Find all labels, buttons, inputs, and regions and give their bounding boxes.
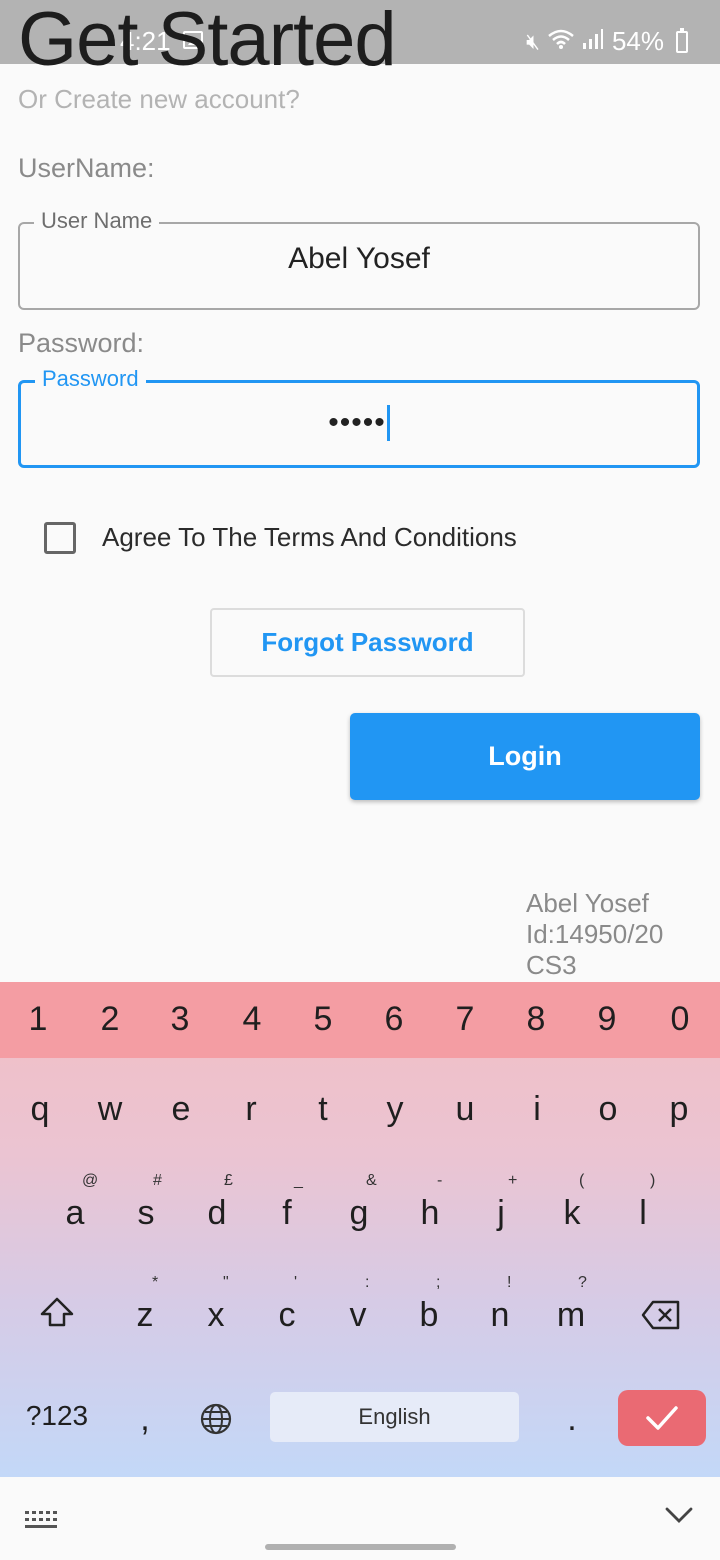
key-7[interactable]: 7 <box>430 1000 500 1039</box>
key-6[interactable]: 6 <box>359 1000 429 1039</box>
language-key[interactable] <box>181 1402 251 1445</box>
key-o[interactable]: o <box>573 1090 643 1129</box>
forgot-password-button[interactable]: Forgot Password <box>210 608 525 677</box>
enter-key[interactable] <box>618 1390 706 1446</box>
key-y[interactable]: y <box>360 1090 430 1129</box>
key-a[interactable]: a @ <box>40 1172 110 1233</box>
create-account-link[interactable]: Or Create new account? <box>18 84 300 115</box>
credit-block: Abel Yosef Id:14950/20 CS3 <box>526 888 663 981</box>
period-key[interactable]: . <box>537 1400 607 1439</box>
soft-keyboard: 1 2 3 4 5 6 7 8 9 0 q w e r t y u i o p … <box>0 982 720 1477</box>
username-label: UserName: <box>18 153 155 183</box>
battery-percent: 54% <box>611 26 664 56</box>
key-i[interactable]: i <box>502 1090 572 1129</box>
key-s[interactable]: s # <box>111 1172 181 1233</box>
credit-name: Abel Yosef <box>526 888 649 918</box>
symbols-key[interactable]: ?123 <box>14 1400 100 1432</box>
status-right: 🔇︎ 54% <box>526 26 688 57</box>
globe-icon <box>200 1403 232 1435</box>
backspace-key[interactable] <box>626 1300 696 1339</box>
key-0[interactable]: 0 <box>645 1000 715 1039</box>
key-d[interactable]: d £ <box>182 1172 252 1233</box>
key-e[interactable]: e <box>146 1090 216 1129</box>
key-w[interactable]: w <box>75 1090 145 1129</box>
key-g[interactable]: g & <box>324 1172 394 1233</box>
shift-icon <box>40 1297 74 1327</box>
screen: 4:21 🔇︎ 54% Get Started Or Create new ac… <box>0 0 720 1560</box>
password-legend: Password <box>35 366 146 392</box>
key-x[interactable]: x " <box>181 1274 251 1335</box>
password-field[interactable]: Password ••••• <box>18 366 700 468</box>
check-icon <box>646 1406 678 1430</box>
key-8[interactable]: 8 <box>501 1000 571 1039</box>
key-1[interactable]: 1 <box>3 1000 73 1039</box>
key-f[interactable]: f _ <box>252 1172 322 1233</box>
key-3[interactable]: 3 <box>145 1000 215 1039</box>
comma-key[interactable]: , <box>110 1400 180 1439</box>
credit-id: Id:14950/20 <box>526 919 664 949</box>
key-h[interactable]: h- <box>395 1172 465 1233</box>
key-4[interactable]: 4 <box>217 1000 287 1039</box>
number-row: 1 2 3 4 5 6 7 8 9 0 <box>0 982 720 1058</box>
username-legend: User Name <box>34 208 160 234</box>
password-value: ••••• <box>328 406 386 439</box>
shift-key[interactable] <box>22 1296 92 1337</box>
credit-section: CS3 <box>526 950 577 980</box>
wifi-icon <box>548 28 574 56</box>
terms-checkbox[interactable] <box>44 522 76 554</box>
page-title: Get Started <box>18 0 397 82</box>
key-2[interactable]: 2 <box>75 1000 145 1039</box>
login-button[interactable]: Login <box>350 713 700 800</box>
password-label: Password: <box>18 328 145 358</box>
space-bar[interactable]: English <box>270 1392 519 1442</box>
battery-icon <box>676 27 688 53</box>
key-5[interactable]: 5 <box>288 1000 358 1039</box>
home-indicator[interactable] <box>265 1544 456 1550</box>
username-value: Abel Yosef <box>288 242 430 275</box>
key-z[interactable]: z * <box>110 1274 180 1335</box>
key-m[interactable]: m? <box>536 1274 606 1335</box>
signal-icon <box>582 28 604 56</box>
terms-label[interactable]: Agree To The Terms And Conditions <box>102 522 517 553</box>
key-p[interactable]: p <box>644 1090 714 1129</box>
chevron-down-icon[interactable] <box>664 1499 694 1533</box>
mute-icon: 🔇︎ <box>526 28 540 54</box>
username-field[interactable]: User Name Abel Yosef <box>18 208 700 310</box>
password-value-wrap: ••••• <box>21 405 697 441</box>
text-caret <box>386 405 390 441</box>
key-v[interactable]: v: <box>323 1274 393 1335</box>
key-t[interactable]: t <box>288 1090 358 1129</box>
key-c[interactable]: c ' <box>252 1274 322 1335</box>
key-u[interactable]: u <box>430 1090 500 1129</box>
key-n[interactable]: n! <box>465 1274 535 1335</box>
key-r[interactable]: r <box>216 1090 286 1129</box>
key-9[interactable]: 9 <box>572 1000 642 1039</box>
backspace-icon <box>641 1300 680 1330</box>
key-k[interactable]: k( <box>537 1172 607 1233</box>
keyboard-switch-icon[interactable] <box>24 1509 58 1537</box>
key-j[interactable]: j + <box>466 1172 536 1233</box>
key-q[interactable]: q <box>5 1090 75 1129</box>
key-l[interactable]: l) <box>608 1172 678 1233</box>
navigation-bar <box>0 1477 720 1560</box>
key-b[interactable]: b; <box>394 1274 464 1335</box>
